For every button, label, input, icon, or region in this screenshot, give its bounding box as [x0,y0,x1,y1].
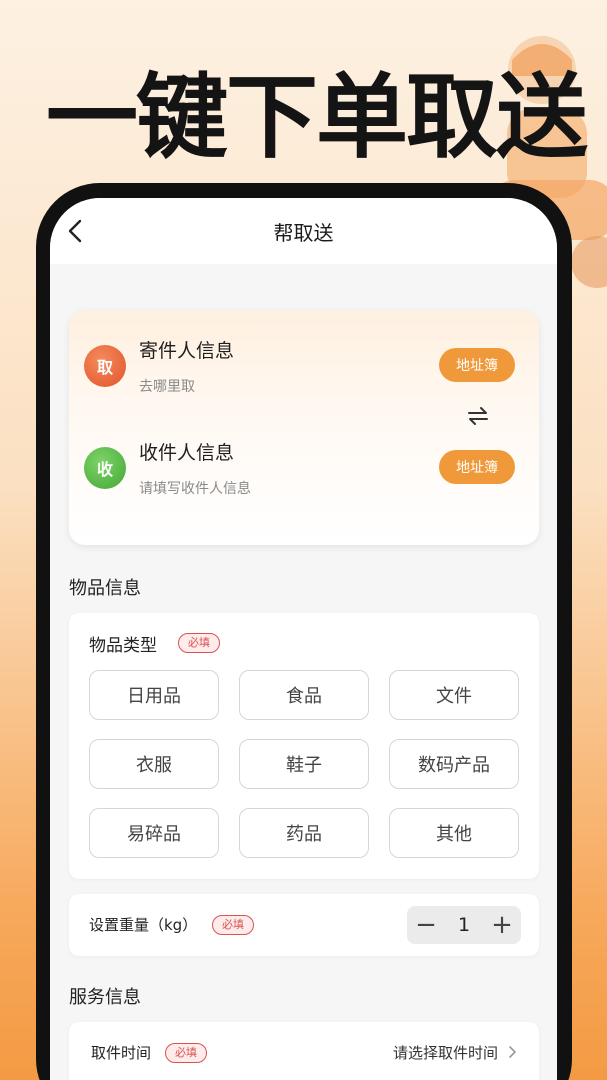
service-section-title: 服务信息 [69,987,141,1008]
weight-value[interactable]: 1 [445,906,483,944]
chevron-right-icon [509,1046,516,1058]
weight-stepper: − 1 + [407,906,521,944]
receiver-address-book-button[interactable]: 地址簿 [439,450,515,484]
pickup-time-row[interactable]: 取件时间 必填 请选择取件时间 [69,1022,539,1080]
goods-section-title: 物品信息 [69,578,141,599]
weight-card: 设置重量（kg） 必填 − 1 + [69,894,539,956]
swap-icon[interactable] [467,405,489,427]
item-option[interactable]: 食品 [239,670,369,720]
address-card: 取 寄件人信息 去哪里取 地址簿 收 收件人信息 请填写收件人信息 地址簿 [69,311,539,545]
receiver-info-subtitle[interactable]: 请填写收件人信息 [139,478,251,498]
item-option[interactable]: 易碎品 [89,808,219,858]
item-type-label: 物品类型 [89,636,157,656]
item-type-card: 物品类型 必填 日用品 食品 文件 衣服 鞋子 数码产品 易碎品 药品 其他 [69,613,539,879]
nav-bar: 帮取送 [50,198,557,264]
sender-info-subtitle[interactable]: 去哪里取 [139,376,195,396]
headline: 一键下单取送 [46,64,588,171]
pickup-badge: 取 [84,345,126,387]
page-title: 帮取送 [273,220,334,245]
item-option[interactable]: 鞋子 [239,739,369,789]
weight-label: 设置重量（kg） [89,916,198,934]
required-badge: 必填 [178,633,220,653]
sender-info-title[interactable]: 寄件人信息 [139,336,234,363]
item-option[interactable]: 药品 [239,808,369,858]
item-option[interactable]: 衣服 [89,739,219,789]
decrease-button[interactable]: − [407,906,445,944]
receiver-info-title[interactable]: 收件人信息 [139,438,234,465]
pickup-time-placeholder[interactable]: 请选择取件时间 [393,1042,498,1063]
sender-address-book-button[interactable]: 地址簿 [439,348,515,382]
item-option[interactable]: 日用品 [89,670,219,720]
required-badge: 必填 [165,1043,207,1063]
required-badge: 必填 [212,915,254,935]
increase-button[interactable]: + [483,906,521,944]
item-option[interactable]: 其他 [389,808,519,858]
item-option[interactable]: 文件 [389,670,519,720]
pickup-time-label: 取件时间 [91,1044,152,1062]
app-screen: 帮取送 取 寄件人信息 去哪里取 地址簿 收 收件人信息 请填写收件人信息 地址… [50,198,557,1080]
item-option[interactable]: 数码产品 [389,739,519,789]
back-arrow-icon[interactable] [64,218,88,244]
receive-badge: 收 [84,447,126,489]
